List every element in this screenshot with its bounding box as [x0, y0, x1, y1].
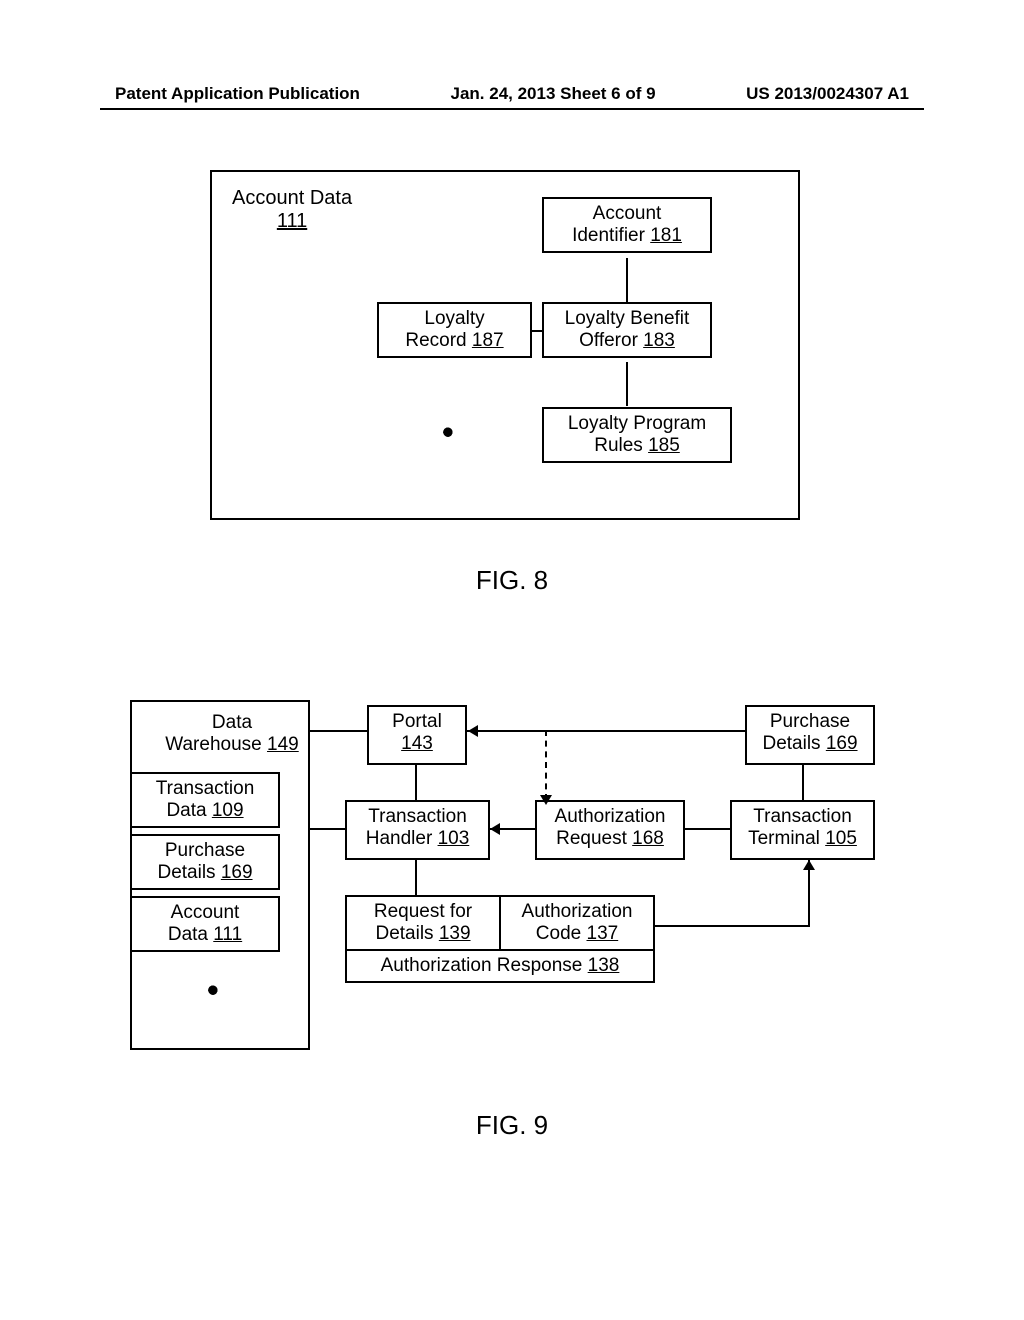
purchase-details-dw-box: Purchase Details 169	[130, 834, 280, 890]
transaction-data-box: Transaction Data 109	[130, 772, 280, 828]
loyalty-rules-box: Loyalty Program Rules 185	[542, 407, 732, 463]
header-right: US 2013/0024307 A1	[746, 84, 909, 104]
account-identifier-box: Account Identifier 181	[542, 197, 712, 253]
ellipsis-dots: •••	[443, 429, 456, 435]
authorization-code: Authorization Code 137	[501, 897, 653, 949]
transaction-handler-box: Transaction Handler 103	[345, 800, 490, 860]
header-left: Patent Application Publication	[115, 84, 360, 104]
header-center: Jan. 24, 2013 Sheet 6 of 9	[451, 84, 656, 104]
loyalty-benefit-box: Loyalty Benefit Offeror 183	[542, 302, 712, 358]
portal-box: Portal143	[367, 705, 467, 765]
arrow-icon	[803, 860, 815, 870]
connector	[655, 925, 810, 927]
account-data-label: Account Data 111	[232, 187, 352, 233]
patent-page: Patent Application Publication Jan. 24, …	[0, 0, 1024, 1320]
header-rule	[100, 108, 924, 110]
connector	[467, 730, 745, 732]
purchase-details-box: Purchase Details 169	[745, 705, 875, 765]
transaction-terminal-box: Transaction Terminal 105	[730, 800, 875, 860]
figure-8: Account Data 111 Account Identifier 181 …	[210, 170, 800, 520]
connector	[802, 765, 804, 800]
connector	[626, 258, 628, 302]
connector	[808, 860, 810, 927]
page-header: Patent Application Publication Jan. 24, …	[115, 84, 909, 104]
arrow-icon	[468, 725, 478, 737]
connector	[685, 828, 730, 830]
arrow-icon	[490, 823, 500, 835]
figure-9-caption: FIG. 9	[0, 1110, 1024, 1141]
arrow-icon	[540, 795, 552, 805]
connector	[308, 828, 345, 830]
data-warehouse-box: Data Warehouse 149 Transaction Data 109 …	[130, 700, 310, 1050]
data-warehouse-label: Data Warehouse 149	[162, 712, 302, 756]
dashed-connector	[545, 730, 547, 800]
account-data-box: Account Data 111	[130, 896, 280, 952]
figure-9: Data Warehouse 149 Transaction Data 109 …	[130, 700, 890, 1080]
authorization-response-label: Authorization Response 138	[347, 949, 653, 981]
connector	[308, 730, 367, 732]
connector	[415, 765, 417, 800]
ellipsis-dots: •••	[208, 987, 221, 993]
figure-8-caption: FIG. 8	[0, 565, 1024, 596]
authorization-response-box: Request for Details 139 Authorization Co…	[345, 895, 655, 983]
authorization-request-box: Authorization Request 168	[535, 800, 685, 860]
request-for-details: Request for Details 139	[347, 897, 501, 949]
loyalty-record-box: Loyalty Record 187	[377, 302, 532, 358]
connector	[626, 362, 628, 406]
connector	[415, 860, 417, 895]
connector	[532, 330, 542, 332]
